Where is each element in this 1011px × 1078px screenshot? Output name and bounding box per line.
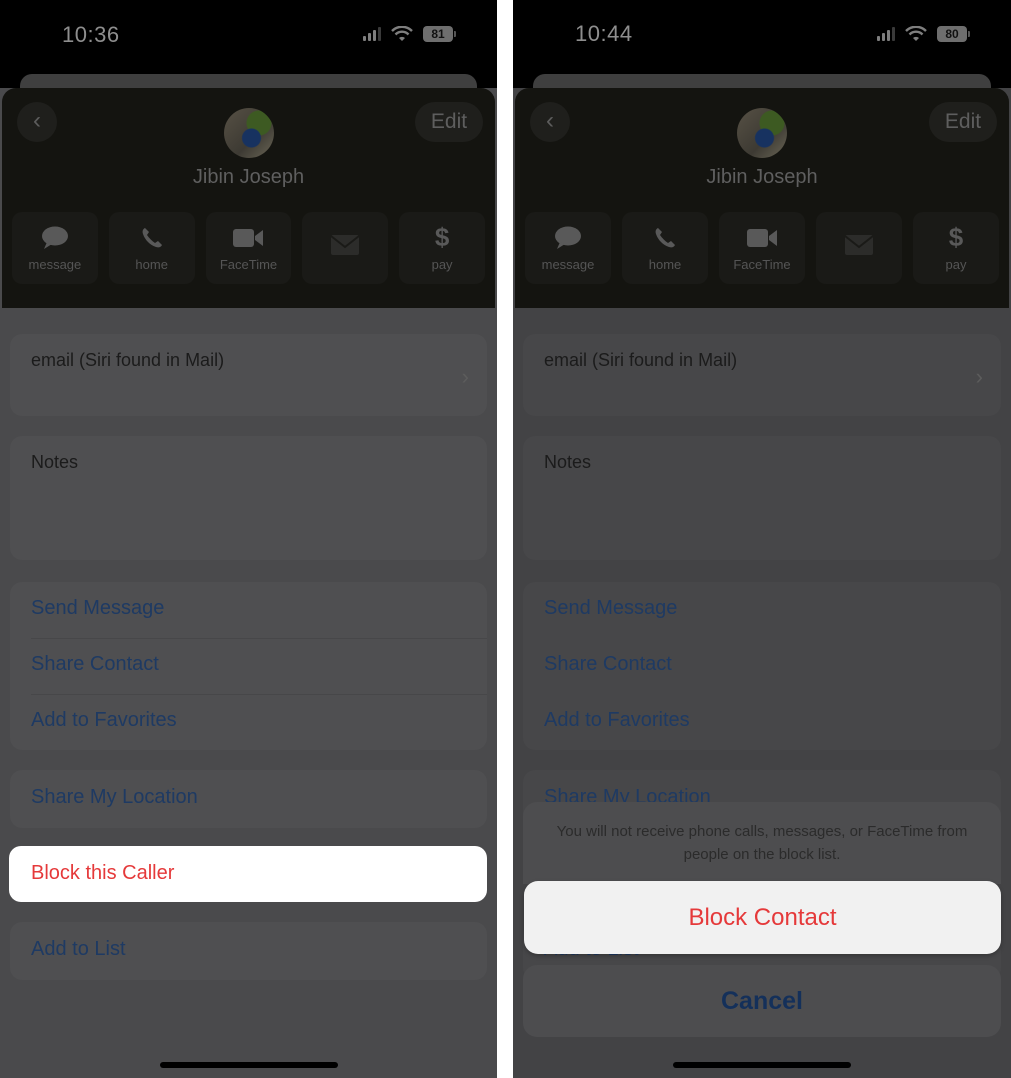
add-to-favorites-button[interactable]: Add to Favorites [31,694,487,750]
cancel-button[interactable]: Cancel [523,965,1001,1037]
email-field[interactable]: email (Siri found in Mail) › [10,334,487,416]
quick-actions: message home FaceTime $ pay [12,212,485,284]
avatar [223,108,274,158]
phone-screen-right: 10:44 80 ‹ Edit Jibin Joseph message hom… [513,0,1011,1078]
wifi-icon [905,26,927,42]
actions-group: Send Message Share Contact Add to Favori… [523,582,1001,750]
status-time: 10:36 [62,22,120,47]
video-icon [746,225,778,251]
mail-icon [330,232,360,258]
action-label: home [648,256,682,272]
block-caller-label: Block this Caller [31,862,175,884]
cellular-signal-icon [363,27,381,41]
battery-icon: 80 [937,26,970,42]
email-label: email (Siri found in Mail) [544,350,738,370]
contact-name: Jibin Joseph [192,166,305,188]
block-contact-button[interactable]: Block Contact [524,881,1001,954]
back-button[interactable]: ‹ [530,102,570,142]
action-label: message [28,256,82,272]
pay-action-button[interactable]: $ pay [399,212,485,284]
send-message-button[interactable]: Send Message [31,582,487,638]
message-action-button[interactable]: message [12,212,98,284]
block-caller-button[interactable]: Block this Caller [9,846,487,902]
message-icon [554,225,582,251]
add-to-list-button[interactable]: Add to List [10,922,487,980]
email-field[interactable]: email (Siri found in Mail) › [523,334,1001,416]
action-label: FaceTime [219,256,278,272]
action-sheet-message: You will not receive phone calls, messag… [556,823,968,863]
message-icon [41,225,69,251]
chevron-right-icon: › [975,364,983,389]
dollar-icon: $ [948,222,964,252]
home-indicator[interactable] [673,1062,851,1068]
chevron-right-icon: › [461,364,469,389]
edit-button[interactable]: Edit [929,102,997,142]
cellular-signal-icon [877,27,895,41]
wifi-icon [391,26,413,42]
email-label: email (Siri found in Mail) [31,350,225,370]
contact-header: ‹ Edit Jibin Joseph message home FaceTim… [2,88,495,308]
call-action-button[interactable]: home [108,212,195,284]
notes-label: Notes [31,452,79,472]
mail-icon [844,232,874,258]
phone-icon [140,225,164,251]
action-label: pay [945,256,967,272]
phone-screen-left: 10:36 81 ‹ Edit Jibin Joseph message hom… [0,0,497,1078]
back-button[interactable]: ‹ [17,102,57,142]
share-contact-button[interactable]: Share Contact [31,638,487,694]
video-icon [232,225,264,251]
add-to-favorites-button[interactable]: Add to Favorites [544,694,1001,750]
actions-group: Send Message Share Contact Add to Favori… [10,582,487,750]
call-action-button[interactable]: home [622,212,708,284]
status-time: 10:44 [575,21,633,46]
action-label: pay [431,256,453,272]
home-indicator[interactable] [159,1062,338,1068]
share-contact-button[interactable]: Share Contact [544,638,1001,694]
phone-icon [653,225,677,251]
action-label: home [135,256,168,272]
battery-icon: 81 [423,26,456,42]
dollar-icon: $ [434,222,450,252]
contact-name: Jibin Joseph [706,166,818,188]
quick-actions: message home FaceTime $ pay [525,212,999,284]
notes-label: Notes [544,452,592,472]
facetime-action-button[interactable]: FaceTime [205,212,292,284]
contact-header: ‹ Edit Jibin Joseph message home FaceTim… [515,88,1009,308]
pay-action-button[interactable]: $ pay [913,212,999,284]
share-location-button[interactable]: Share My Location [10,770,487,828]
notes-field[interactable]: Notes [523,436,1001,560]
action-label: FaceTime [733,256,791,272]
avatar [737,108,787,158]
facetime-action-button[interactable]: FaceTime [719,212,805,284]
action-sheet-message-panel: You will not receive phone calls, messag… [523,802,1001,884]
action-label: message [541,256,595,272]
edit-button[interactable]: Edit [415,102,483,142]
chevron-left-icon: ‹ [546,107,554,134]
mail-action-button[interactable] [816,212,902,284]
notes-field[interactable]: Notes [10,436,487,560]
message-action-button[interactable]: message [525,212,611,284]
mail-action-button[interactable] [302,212,389,284]
send-message-button[interactable]: Send Message [544,582,1001,638]
chevron-left-icon: ‹ [33,107,41,134]
